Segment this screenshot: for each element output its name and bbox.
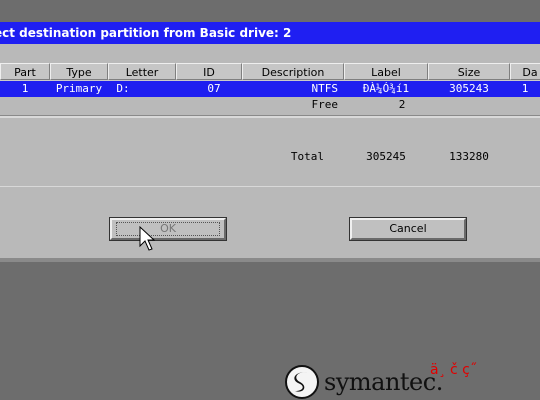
cell-description: Free [311,98,339,111]
partition-row[interactable]: Free 2 [0,97,540,113]
col-type[interactable]: Type [50,63,108,80]
partition-dialog: ect destination partition from Basic dri… [0,22,540,262]
brand-name: symantec. [324,368,443,396]
col-description[interactable]: Description [242,63,344,80]
cancel-label: Cancel [389,222,427,235]
total-size: 133280 [449,150,489,163]
ok-label: OK [116,222,220,236]
col-da[interactable]: Da [510,63,540,80]
total-row: Total 305245 133280 [0,149,540,165]
cancel-button[interactable]: Cancel [349,217,467,241]
total-label: Total [290,150,324,163]
cell-da: 1 [521,82,529,95]
dialog-title: ect destination partition from Basic dri… [0,26,292,40]
ok-button[interactable]: OK [109,217,227,241]
cell-id: 07 [207,82,221,95]
col-part[interactable]: Part [0,63,50,80]
cell-label: 2 [398,98,406,111]
divider [0,115,540,118]
col-size[interactable]: Size [428,63,510,80]
mouse-pointer-icon [139,226,155,251]
dialog-titlebar: ect destination partition from Basic dri… [0,22,540,44]
symantec-logo: symantec. [284,364,443,400]
cell-letter: D: [116,82,130,95]
cell-label: ÐÀ¼Ó¾í1 [362,82,410,95]
col-letter[interactable]: Letter [108,63,176,80]
partition-list: 1 Primary D: 07 NTFS ÐÀ¼Ó¾í1 305243 1 Fr… [0,81,540,187]
cell-size: 305243 [449,82,489,95]
cell-type: Primary [55,82,103,95]
cell-part: 1 [21,82,29,95]
garbled-text: ä¸ č ç˝ [430,362,477,378]
col-label[interactable]: Label [344,63,428,80]
partition-row[interactable]: 1 Primary D: 07 NTFS ÐÀ¼Ó¾í1 305243 1 [0,81,540,97]
col-id[interactable]: ID [176,63,242,80]
cell-description: NTFS [311,82,339,95]
table-header: Part Type Letter ID Description Label Si… [0,63,540,81]
symantec-logo-icon [285,365,319,399]
total-used: 305245 [366,150,406,163]
